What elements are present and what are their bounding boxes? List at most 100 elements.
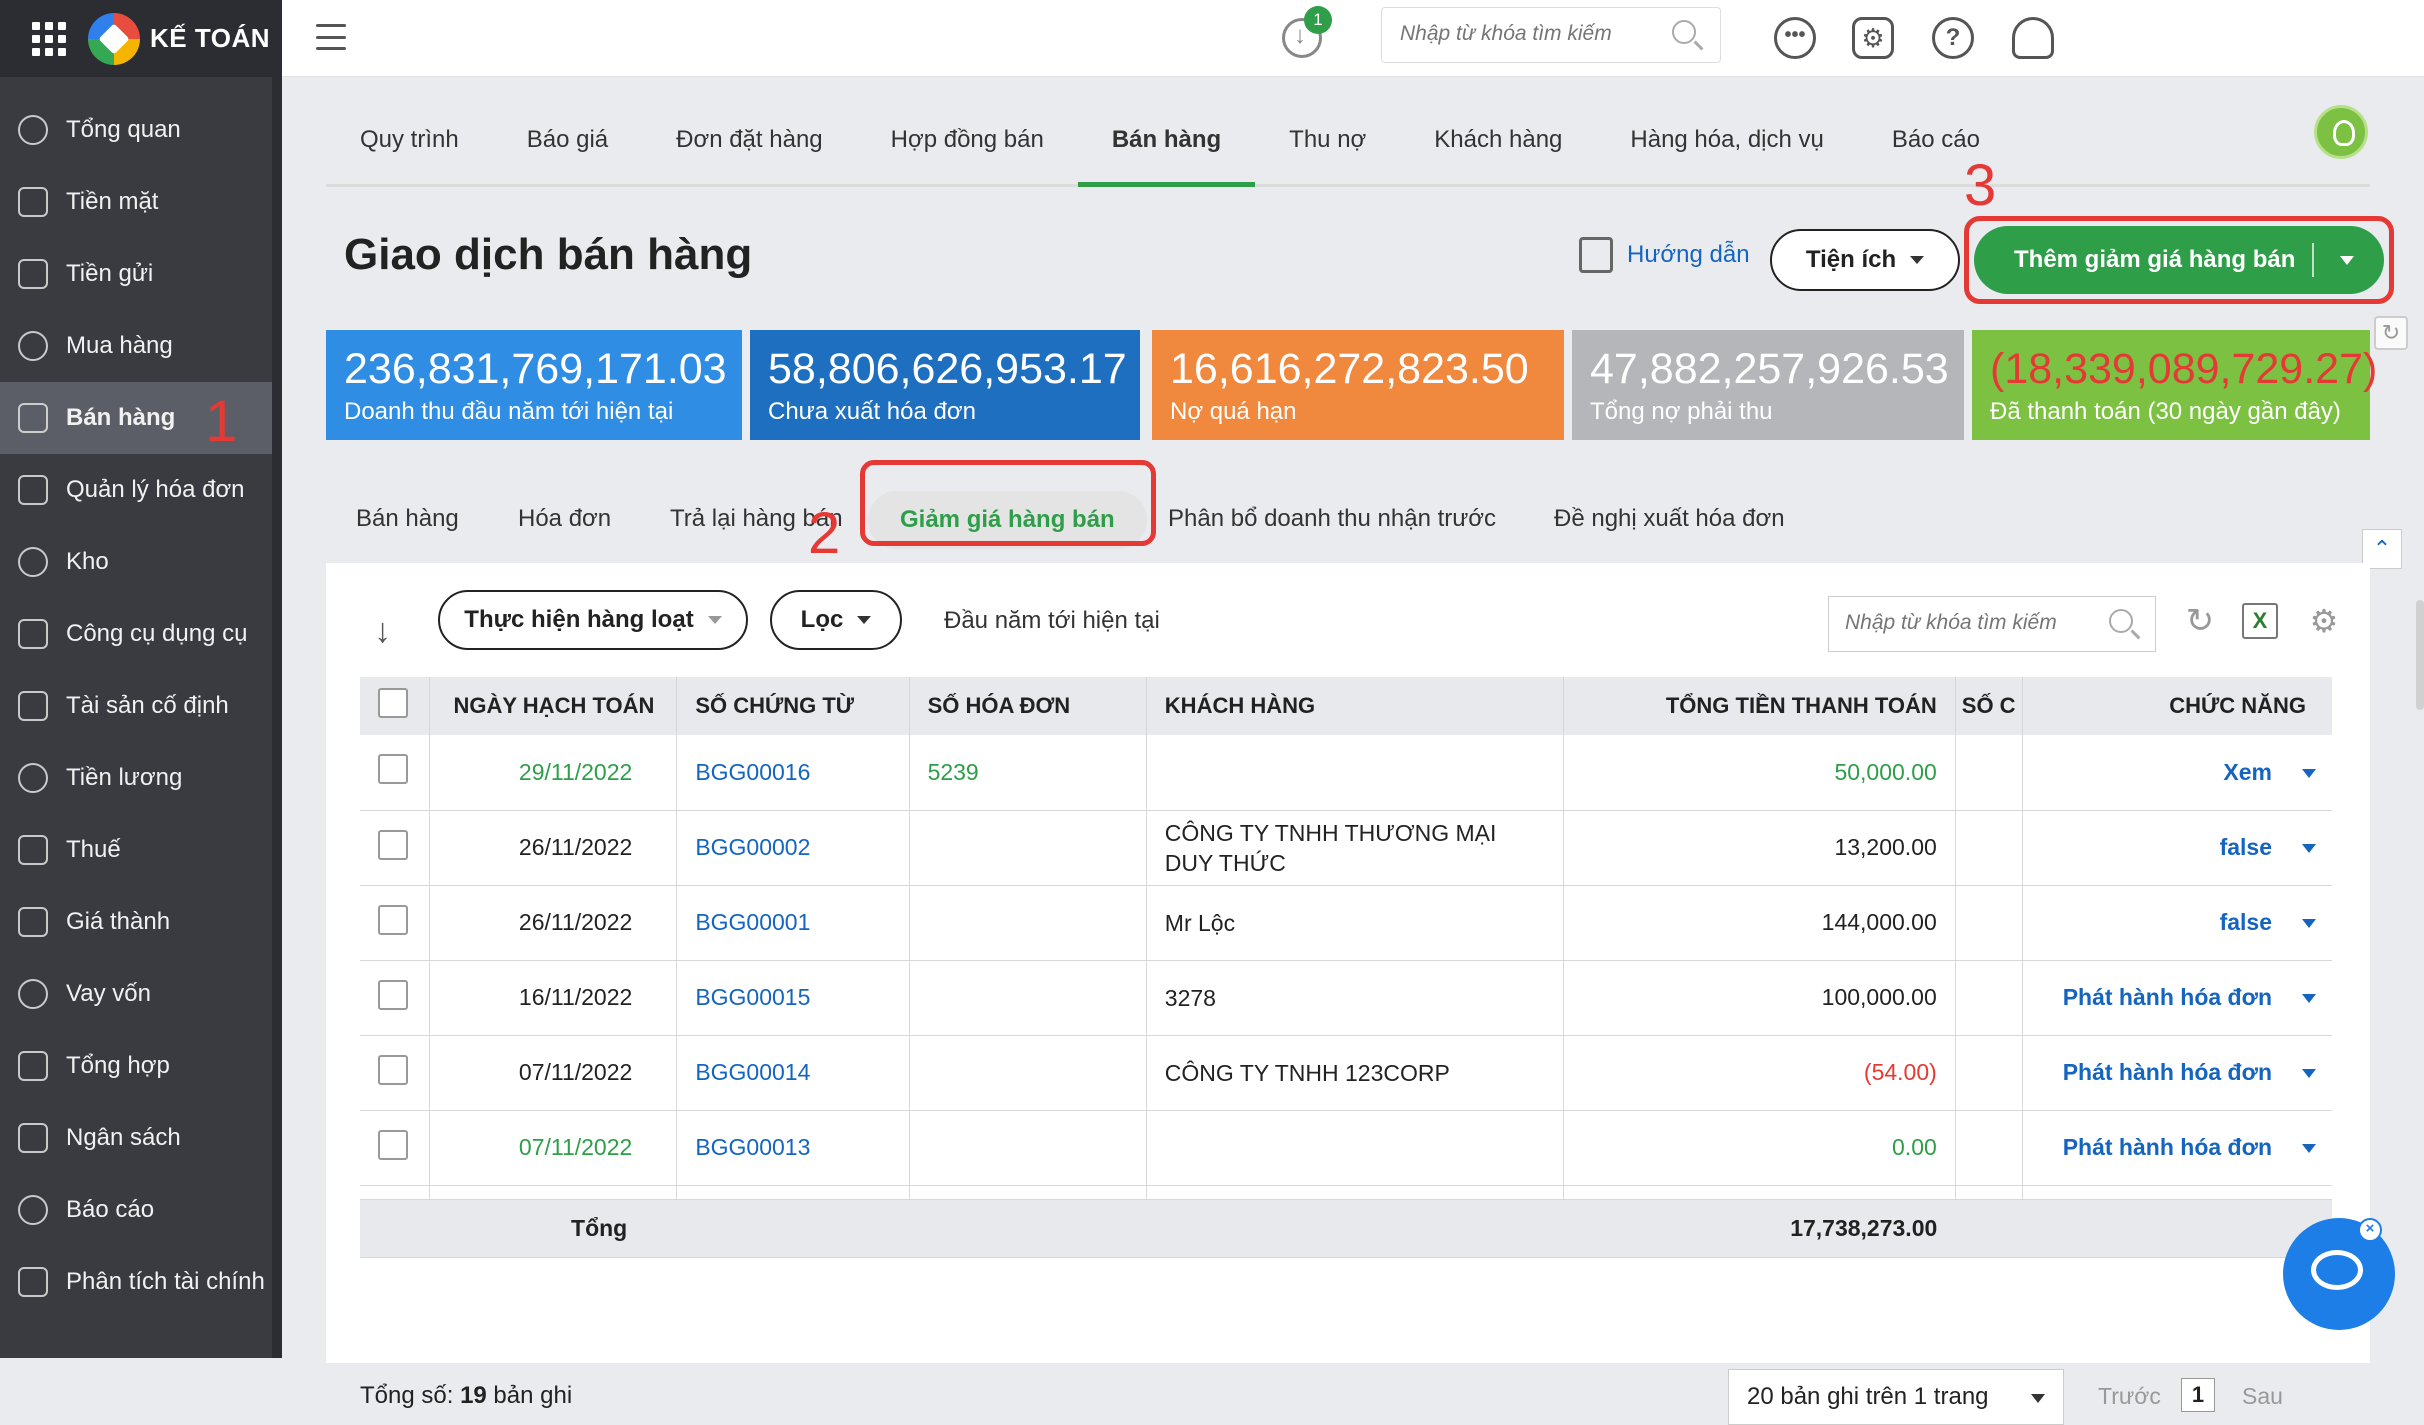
lightbulb-icon[interactable] bbox=[2314, 105, 2368, 159]
row-action-link[interactable]: Phát hành hóa đơn bbox=[2063, 1059, 2272, 1085]
chevron-down-icon[interactable] bbox=[2302, 919, 2316, 929]
sidebar-item-8[interactable]: Tài sản cố định bbox=[0, 670, 282, 742]
apps-grid-icon[interactable] bbox=[32, 21, 66, 56]
search-icon[interactable] bbox=[1672, 20, 1696, 44]
kpi-card-1[interactable]: 58,806,626,953.17 Chưa xuất hóa đơn bbox=[750, 330, 1140, 440]
sidebar-item-15[interactable]: Báo cáo bbox=[0, 1174, 282, 1246]
row-checkbox[interactable] bbox=[378, 1054, 408, 1085]
sidebar-item-0[interactable]: Tổng quan bbox=[0, 94, 282, 166]
period-label[interactable]: Đầu năm tới hiện tại bbox=[944, 607, 1160, 635]
chevron-down-icon[interactable] bbox=[2302, 769, 2316, 779]
bell-icon[interactable] bbox=[2012, 17, 2054, 59]
current-page[interactable]: 1 bbox=[2181, 1378, 2215, 1412]
gear-icon[interactable]: ⚙ bbox=[2304, 601, 2344, 641]
refresh-kpi-icon[interactable]: ↻ bbox=[2374, 316, 2408, 350]
chevron-down-icon[interactable] bbox=[2302, 1069, 2316, 1079]
table-row[interactable]: 26/11/2022 BGG00001 Mr Lộc 144,000.00 false bbox=[360, 885, 2332, 961]
row-checkbox[interactable] bbox=[378, 1129, 408, 1160]
row-action-link[interactable]: Phát hành hóa đơn bbox=[2063, 984, 2272, 1010]
sidebar-item-9[interactable]: Tiền lương bbox=[0, 742, 282, 814]
tab-1[interactable]: Báo giá bbox=[493, 107, 642, 187]
sidebar-item-12[interactable]: Vay vốn bbox=[0, 958, 282, 1030]
hamburger-menu-icon[interactable] bbox=[316, 24, 346, 50]
sidebar-item-1[interactable]: Tiền mặt bbox=[0, 166, 282, 238]
row-checkbox[interactable] bbox=[378, 829, 408, 860]
help-icon[interactable]: ? bbox=[1932, 17, 1974, 59]
sort-icon[interactable]: ↓ bbox=[374, 613, 404, 649]
page-scrollbar[interactable] bbox=[2416, 600, 2424, 710]
subtab-5[interactable]: Đề nghị xuất hóa đơn bbox=[1554, 505, 1785, 533]
sidebar-item-14[interactable]: Ngân sách bbox=[0, 1102, 282, 1174]
row-checkbox[interactable] bbox=[378, 904, 408, 935]
row-checkbox[interactable] bbox=[378, 754, 408, 785]
more-options-icon[interactable]: ••• bbox=[1774, 17, 1816, 59]
cell-document-link[interactable]: BGG00016 bbox=[676, 735, 910, 811]
kpi-card-3[interactable]: 47,882,257,926.53 Tổng nợ phải thu bbox=[1572, 330, 1964, 440]
row-action-link[interactable]: Xem bbox=[2223, 759, 2272, 785]
table-search-input[interactable] bbox=[1845, 597, 2095, 649]
bulk-action-dropdown[interactable]: Thực hiện hàng loạt bbox=[438, 590, 748, 650]
sidebar-item-2[interactable]: Tiền gửi bbox=[0, 238, 282, 310]
cell-document-link[interactable]: BGG00014 bbox=[676, 1035, 910, 1111]
next-page-button[interactable]: Sau bbox=[2242, 1383, 2283, 1410]
tab-7[interactable]: Hàng hóa, dịch vụ bbox=[1596, 107, 1857, 187]
sidebar-item-3[interactable]: Mua hàng bbox=[0, 310, 282, 382]
kpi-card-2[interactable]: 16,616,272,823.50 Nợ quá hạn bbox=[1152, 330, 1564, 440]
sidebar-item-16[interactable]: Phân tích tài chính bbox=[0, 1246, 282, 1318]
col-accounting-date[interactable]: NGÀY HẠCH TOÁN bbox=[429, 677, 678, 735]
sidebar-item-11[interactable]: Giá thành bbox=[0, 886, 282, 958]
sidebar-item-7[interactable]: Công cụ dụng cụ bbox=[0, 598, 282, 670]
table-row[interactable]: 07/11/2022 BGG00014 CÔNG TY TNHH 123CORP (5… bbox=[360, 1035, 2332, 1111]
cell-document-link[interactable]: BGG00001 bbox=[676, 885, 910, 961]
table-row[interactable]: 16/11/2022 BGG00015 3278 100,000.00 Phát hàn… bbox=[360, 960, 2332, 1036]
row-action-link[interactable]: Phát hành hóa đơn bbox=[2063, 1134, 2272, 1160]
refresh-icon[interactable]: ↻ bbox=[2180, 601, 2220, 641]
chevron-down-icon[interactable] bbox=[2302, 844, 2316, 854]
sidebar-scrollbar[interactable] bbox=[272, 77, 282, 1358]
chevron-down-icon[interactable] bbox=[2302, 1144, 2316, 1154]
sidebar-item-5[interactable]: Quản lý hóa đơn bbox=[0, 454, 282, 526]
search-icon[interactable] bbox=[2109, 609, 2133, 633]
kpi-card-4[interactable]: (18,339,089,729.27) Đã thanh toán (30 ngà… bbox=[1972, 330, 2377, 440]
col-total-payment[interactable]: TỔNG TIỀN THANH TOÁN bbox=[1563, 677, 1956, 735]
utilities-dropdown[interactable]: Tiện ích bbox=[1770, 229, 1960, 291]
add-sales-discount-button[interactable]: Thêm giảm giá hàng bán bbox=[1974, 226, 2384, 294]
chevron-down-icon[interactable] bbox=[2340, 256, 2354, 265]
tab-6[interactable]: Khách hàng bbox=[1400, 107, 1596, 187]
tab-4[interactable]: Bán hàng bbox=[1077, 107, 1256, 187]
filter-dropdown[interactable]: Lọc bbox=[770, 590, 902, 650]
global-search-input[interactable] bbox=[1400, 8, 1660, 60]
tab-3[interactable]: Hợp đồng bán bbox=[857, 107, 1078, 187]
cell-document-link[interactable]: BGG00015 bbox=[676, 960, 910, 1036]
col-invoice-no[interactable]: SỐ HÓA ĐƠN bbox=[909, 677, 1147, 735]
sidebar-item-4[interactable]: Bán hàng bbox=[0, 382, 282, 454]
guide-link[interactable]: Hướng dẫn bbox=[1579, 237, 1750, 273]
row-action-link[interactable]: false bbox=[2220, 909, 2272, 935]
table-row[interactable]: 07/11/2022 BGG00013 0.00 Phát hành hóa đơn bbox=[360, 1110, 2332, 1186]
tab-5[interactable]: Thu nợ bbox=[1255, 107, 1400, 187]
subtab-4[interactable]: Phân bổ doanh thu nhận trước bbox=[1168, 505, 1496, 533]
excel-export-icon[interactable]: X bbox=[2242, 603, 2278, 639]
sidebar-item-10[interactable]: Thuế bbox=[0, 814, 282, 886]
row-checkbox[interactable] bbox=[378, 979, 408, 1010]
sidebar-item-13[interactable]: Tổng hợp bbox=[0, 1030, 282, 1102]
subtab-0[interactable]: Bán hàng bbox=[356, 505, 459, 533]
subtab-1[interactable]: Hóa đơn bbox=[518, 505, 611, 533]
chevron-down-icon[interactable] bbox=[2302, 994, 2316, 1004]
kpi-card-0[interactable]: 236,831,769,171.03 Doanh thu đầu năm tới … bbox=[326, 330, 742, 440]
close-chat-icon[interactable]: × bbox=[2358, 1218, 2382, 1242]
table-row[interactable]: 26/11/2022 BGG00002 CÔNG TY TNHH THƯƠNG MẠ… bbox=[360, 810, 2332, 886]
page-size-select[interactable]: 20 bản ghi trên 1 trang bbox=[1728, 1369, 2064, 1425]
col-document-no[interactable]: SỐ CHỨNG TỪ bbox=[676, 677, 910, 735]
prev-page-button[interactable]: Trước bbox=[2098, 1383, 2161, 1410]
table-row[interactable]: 29/11/2022 BGG00016 5239 50,000.00 Xem bbox=[360, 735, 2332, 811]
tab-0[interactable]: Quy trình bbox=[326, 107, 493, 187]
col-truncated[interactable]: SỐ C bbox=[1955, 677, 2023, 735]
gear-icon[interactable]: ⚙ bbox=[1852, 17, 1894, 59]
tab-2[interactable]: Đơn đặt hàng bbox=[642, 107, 857, 187]
row-action-link[interactable]: false bbox=[2220, 834, 2272, 860]
cell-document-link[interactable]: BGG00013 bbox=[676, 1110, 910, 1186]
select-all-checkbox[interactable] bbox=[378, 688, 408, 718]
sidebar-item-6[interactable]: Kho bbox=[0, 526, 282, 598]
cell-document-link[interactable]: BGG00002 bbox=[676, 810, 910, 886]
